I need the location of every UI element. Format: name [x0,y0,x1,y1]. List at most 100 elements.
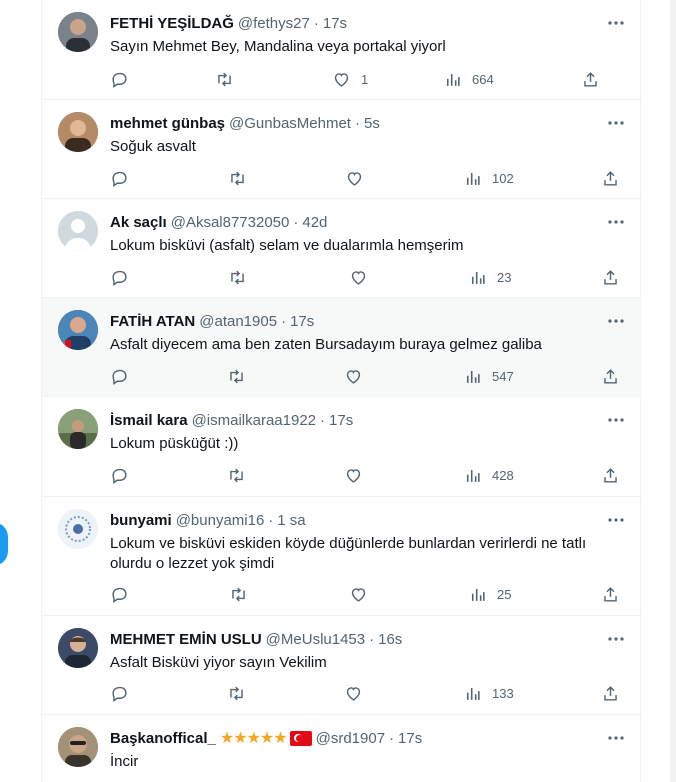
share-icon [604,368,617,384]
timestamp[interactable]: 17s [398,730,422,747]
retweet-button[interactable] [215,69,234,89]
separator-dot: · [369,630,375,648]
more-options-icon[interactable] [606,510,626,530]
more-options-icon[interactable] [606,311,626,331]
retweet-button[interactable] [229,584,248,604]
like-button[interactable] [344,366,363,386]
share-button[interactable] [601,683,620,703]
avatar[interactable] [58,211,98,251]
author-name[interactable]: Ak saçlı [110,214,167,231]
share-button[interactable] [601,267,620,287]
share-button[interactable] [601,465,620,485]
view-count: 133 [492,685,514,701]
reply-button[interactable] [110,465,129,485]
timestamp[interactable]: 16s [378,631,402,648]
reply-button[interactable] [110,69,129,89]
like-button[interactable] [349,584,368,604]
reply-icon [112,270,127,286]
retweet-icon [218,72,231,86]
views-button[interactable]: 547 [463,366,514,386]
more-options-icon[interactable] [606,13,626,33]
avatar[interactable] [58,509,98,549]
author-handle[interactable]: @srd1907 [316,730,385,747]
like-button[interactable] [345,168,364,188]
views-button[interactable]: 23 [468,267,511,287]
more-options-icon[interactable] [606,629,626,649]
retweet-button[interactable] [228,168,247,188]
author-handle[interactable]: @MeUslu1453 [266,631,365,648]
avatar[interactable] [58,409,98,449]
views-button[interactable]: 428 [463,465,514,485]
author-name[interactable]: FETHİ YEŞİLDAĞ [110,15,234,32]
author-handle[interactable]: @Aksal87732050 [171,214,290,231]
like-button[interactable] [344,683,363,703]
heart-icon [346,468,361,483]
reply-button[interactable] [110,168,129,188]
retweet-button[interactable] [227,366,246,386]
share-button[interactable] [601,584,620,604]
avatar[interactable] [58,310,98,350]
author-name[interactable]: İsmail kara [110,412,188,429]
more-options-icon[interactable] [606,728,626,748]
compose-fab[interactable] [0,522,8,566]
share-button[interactable] [601,168,620,188]
author-handle[interactable]: @bunyami16 [176,512,265,529]
views-button[interactable]: 133 [463,683,514,703]
tweet-text: Lokum ve bisküvi eskiden köyde düğünlerd… [110,535,587,572]
analytics-icon [466,469,480,482]
like-button[interactable] [344,465,363,485]
action-bar: 1 664 [110,69,630,89]
avatar[interactable] [58,112,98,152]
tweet[interactable]: MEHMET EMİN USLU @MeUslu1453 · 16s Asfal… [42,616,642,715]
reply-button[interactable] [110,366,129,386]
views-button[interactable]: 102 [463,168,514,188]
action-bar: 547 [110,366,630,386]
timestamp[interactable]: 1 sa [277,512,305,529]
avatar[interactable] [58,12,98,52]
author-name[interactable]: bunyami [110,512,172,529]
views-button[interactable]: 664 [443,69,494,89]
author-handle[interactable]: @atan1905 [199,313,277,330]
avatar[interactable] [58,727,98,767]
view-count: 547 [492,368,514,384]
tweet[interactable]: Ak saçlı @Aksal87732050 · 42d Lokum bisk… [42,199,642,298]
share-button[interactable] [601,366,620,386]
avatar[interactable] [58,628,98,668]
like-button[interactable]: 1 [332,69,368,89]
action-bar: 133 [110,683,630,703]
views-button[interactable]: 25 [468,584,511,604]
timestamp[interactable]: 42d [302,214,327,231]
like-button[interactable] [349,267,368,287]
share-button[interactable] [581,69,600,89]
tweet[interactable]: FATİH ATAN @atan1905 · 17s Asfalt diyece… [42,298,642,397]
more-options-icon[interactable] [606,113,626,133]
scrollbar-track[interactable] [670,0,676,782]
share-icon [604,586,617,602]
more-options-icon[interactable] [606,410,626,430]
author-name[interactable]: Başkanoffical_ [110,730,216,747]
author-name[interactable]: MEHMET EMİN USLU [110,631,262,648]
tweet[interactable]: FETHİ YEŞİLDAĞ @fethys27 · 17s Sayın Meh… [42,0,642,100]
more-options-icon[interactable] [606,212,626,232]
tweet[interactable]: Başkanoffical_ ★★★★★ @srd1907 · 17s İnci… [42,715,642,782]
tweet[interactable]: mehmet günbaş @GunbasMehmet · 5s Soğuk a… [42,100,642,199]
author-handle[interactable]: @fethys27 [238,15,310,32]
tweet[interactable]: İsmail kara @ismailkaraa1922 · 17s Lokum… [42,397,642,497]
separator-dot: · [293,213,299,231]
author-handle[interactable]: @ismailkaraa1922 [192,412,316,429]
timestamp[interactable]: 17s [290,313,314,330]
retweet-button[interactable] [227,683,246,703]
author-handle[interactable]: @GunbasMehmet [229,115,351,132]
author-name[interactable]: FATİH ATAN [110,313,195,330]
reply-button[interactable] [110,683,129,703]
retweet-button[interactable] [227,465,246,485]
reply-button[interactable] [110,584,129,604]
timestamp[interactable]: 17s [329,412,353,429]
retweet-button[interactable] [228,267,247,287]
timestamp[interactable]: 5s [364,115,380,132]
reply-button[interactable] [110,267,129,287]
tweet[interactable]: bunyami @bunyami16 · 1 sa Lokum ve biskü… [42,497,642,616]
reply-icon [112,369,127,385]
author-name[interactable]: mehmet günbaş [110,115,225,132]
timestamp[interactable]: 17s [323,15,347,32]
